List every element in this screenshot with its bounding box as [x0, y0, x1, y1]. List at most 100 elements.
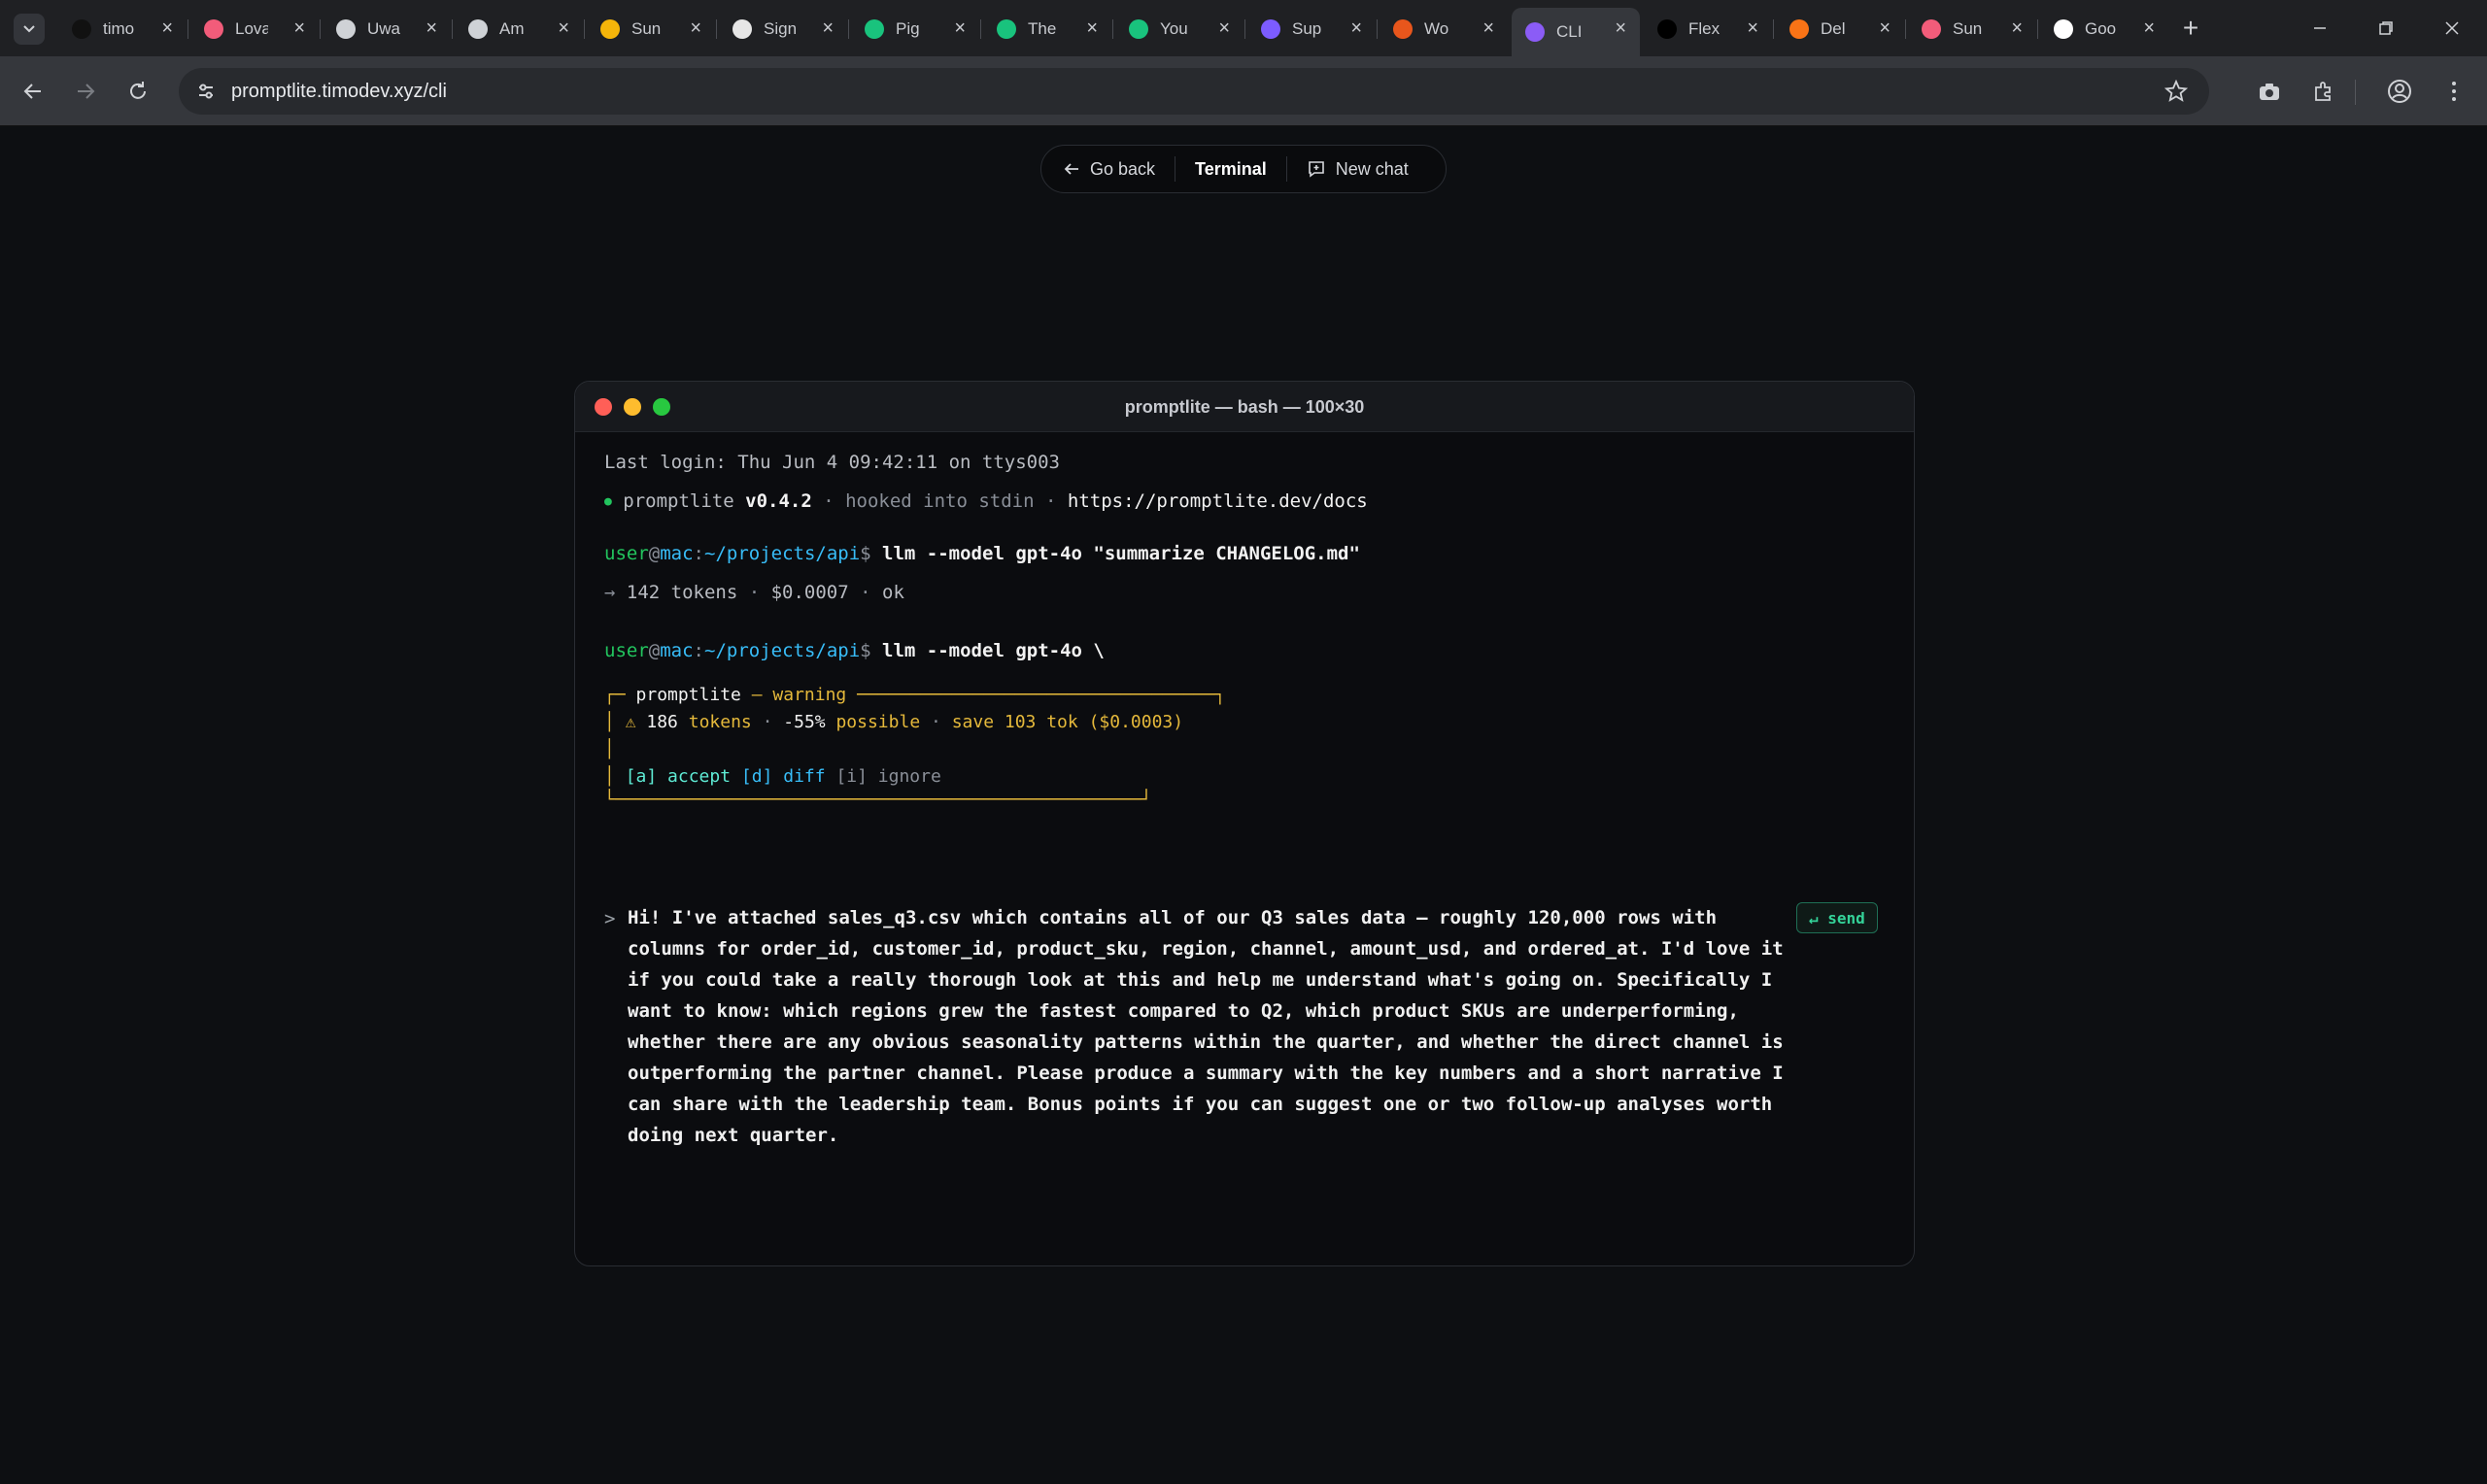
- browser-tab[interactable]: Am ×: [455, 8, 583, 51]
- separator: ·: [811, 490, 846, 512]
- puzzle-icon: [2315, 82, 2331, 101]
- warning-label: warning: [772, 685, 847, 705]
- result-cost: $0.0007: [770, 582, 849, 603]
- browser-tab[interactable]: Uwa ×: [323, 8, 451, 51]
- arrow-left-icon: [23, 84, 41, 99]
- browser-tab[interactable]: You ×: [1115, 8, 1244, 51]
- arrow-right-icon: [78, 84, 95, 99]
- tab-close-icon[interactable]: ×: [1218, 18, 1230, 38]
- chatgpt-logo-icon: [732, 19, 752, 39]
- chatgpt-green-logo-icon: [997, 19, 1016, 39]
- box-border: │: [604, 712, 626, 732]
- command-line-1: user@mac:~/projects/api$ llm --model gpt…: [604, 543, 1360, 564]
- go-back-label: Go back: [1090, 158, 1156, 179]
- browser-tab[interactable]: Pig ×: [851, 8, 979, 51]
- browser-tab[interactable]: Wo ×: [1380, 8, 1508, 51]
- tab-close-icon[interactable]: ×: [1482, 18, 1494, 38]
- terminal-label: Terminal: [1195, 158, 1267, 179]
- toolbar-divider: [2355, 80, 2356, 105]
- tab-divider: [1244, 19, 1245, 39]
- tab-close-icon[interactable]: ×: [1747, 18, 1758, 38]
- bookmark-star-icon[interactable]: [2163, 78, 2190, 105]
- chatgpt-green-logo-icon: [1129, 19, 1148, 39]
- prompt-input[interactable]: Hi! I've attached sales_q3.csv which con…: [628, 902, 1793, 1151]
- sun-logo-icon: [600, 19, 620, 39]
- prompt-user: user: [604, 640, 649, 661]
- sparkle-logo-icon: [468, 19, 488, 39]
- tab-close-icon[interactable]: ×: [1879, 18, 1891, 38]
- s-logo-icon: [1261, 19, 1280, 39]
- browser-tab[interactable]: Del ×: [1776, 8, 1904, 51]
- warning-triangle-icon: ⚠: [625, 712, 636, 732]
- chevron-down-icon: [23, 25, 35, 33]
- new-chat-button[interactable]: New chat: [1287, 146, 1428, 192]
- close-window-button[interactable]: [2436, 14, 2468, 43]
- prompt-path: ~/projects/api: [704, 640, 861, 661]
- separator: ·: [920, 712, 952, 732]
- new-chat-label: New chat: [1335, 158, 1409, 179]
- tab-close-icon[interactable]: ×: [2143, 18, 2155, 38]
- browser-tab[interactable]: Sup ×: [1247, 8, 1376, 51]
- result-tokens: 142 tokens: [626, 582, 738, 603]
- minimize-button[interactable]: [2304, 14, 2335, 43]
- screenshot-extension-button[interactable]: [2252, 74, 2287, 109]
- browser-tab[interactable]: Sun ×: [587, 8, 715, 51]
- result-status: ok: [882, 582, 904, 603]
- heart-gradient-logo-icon: [204, 19, 223, 39]
- diff-action[interactable]: [d] diff: [741, 766, 826, 787]
- browser-tab[interactable]: CLI ×: [1512, 8, 1640, 56]
- tab-close-icon[interactable]: ×: [954, 18, 966, 38]
- restore-button[interactable]: [2370, 14, 2402, 43]
- browser-tab[interactable]: Goo ×: [2040, 8, 2168, 51]
- send-button[interactable]: ↵ send: [1796, 902, 1878, 933]
- browser-tab[interactable]: The ×: [983, 8, 1111, 51]
- ignore-action[interactable]: [i] ignore: [835, 766, 940, 787]
- box-border: │: [604, 739, 615, 759]
- tab-close-icon[interactable]: ×: [1615, 18, 1626, 38]
- tab-close-icon[interactable]: ×: [2011, 18, 2023, 38]
- tab-close-icon[interactable]: ×: [690, 18, 701, 38]
- box-border: │: [604, 766, 626, 787]
- tab-close-icon[interactable]: ×: [822, 18, 834, 38]
- browser-tab[interactable]: Sun ×: [1908, 8, 2036, 51]
- tab-close-icon[interactable]: ×: [161, 18, 173, 38]
- warning-footer: └───────────────────────────────────────…: [604, 790, 1152, 810]
- arrow-left-icon: [1064, 163, 1078, 175]
- browser-tab[interactable]: Lovable ×: [190, 8, 319, 51]
- account-circle-icon: [2388, 80, 2411, 103]
- url-text[interactable]: promptlite.timodev.xyz/cli: [231, 81, 447, 103]
- status-version: v0.4.2: [745, 490, 812, 512]
- browser-menu-button[interactable]: [2436, 74, 2471, 109]
- tab-close-icon[interactable]: ×: [558, 18, 569, 38]
- restore-icon: [2379, 21, 2393, 35]
- browser-tab[interactable]: timo ×: [58, 8, 187, 51]
- accept-action[interactable]: [a] accept: [626, 766, 731, 787]
- terminal-tab[interactable]: Terminal: [1175, 146, 1286, 192]
- browser-tab[interactable]: Sign ×: [719, 8, 847, 51]
- address-bar[interactable]: promptlite.timodev.xyz/cli: [179, 68, 2209, 115]
- profile-button[interactable]: [2382, 74, 2417, 109]
- status-app: promptlite: [623, 490, 734, 512]
- reload-button[interactable]: [120, 74, 155, 109]
- prompt-dollar: $: [860, 543, 871, 564]
- terminal-title: promptlite — bash — 100×30: [1124, 397, 1365, 417]
- tab-close-icon[interactable]: ×: [1350, 18, 1362, 38]
- tab-title: Lovable: [235, 19, 268, 38]
- tab-close-icon[interactable]: ×: [426, 18, 437, 38]
- extensions-button[interactable]: [2306, 74, 2341, 109]
- site-info-icon[interactable]: [190, 76, 221, 107]
- back-button[interactable]: [16, 74, 51, 109]
- new-tab-button[interactable]: +: [2176, 13, 2205, 43]
- prompt-colon: :: [693, 640, 704, 661]
- go-back-button[interactable]: Go back: [1041, 146, 1175, 192]
- tab-close-icon[interactable]: ×: [1086, 18, 1098, 38]
- separator: ·: [737, 582, 771, 603]
- browser-tab-bar: timo×Lovable×Uwa×Am×Sun×Sign×Pig×The×You…: [0, 0, 2487, 56]
- close-icon: [2445, 21, 2459, 35]
- tab-search-button[interactable]: [14, 14, 45, 45]
- forward-button[interactable]: [68, 74, 103, 109]
- browser-tab[interactable]: Flex ×: [1644, 8, 1772, 51]
- docs-link[interactable]: https://promptlite.dev/docs: [1068, 490, 1368, 512]
- tab-close-icon[interactable]: ×: [293, 18, 305, 38]
- prompt-colon: :: [693, 543, 704, 564]
